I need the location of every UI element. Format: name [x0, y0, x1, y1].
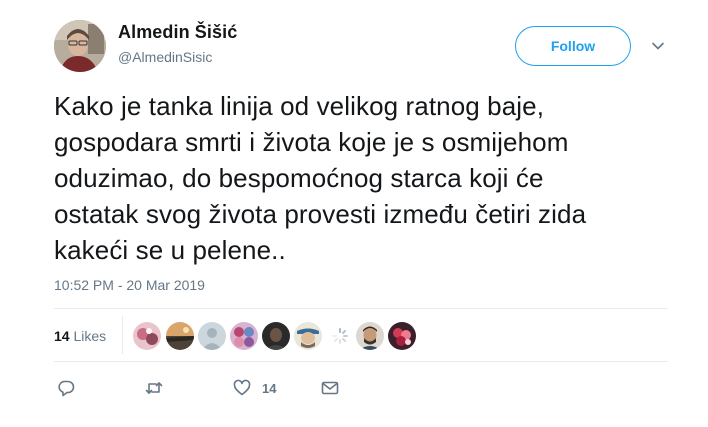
author-avatar[interactable]	[54, 20, 106, 72]
liker-avatar[interactable]	[198, 322, 226, 350]
likes-label: Likes	[73, 328, 107, 344]
chevron-down-icon[interactable]	[650, 38, 666, 54]
liker-avatar[interactable]	[166, 322, 194, 350]
reply-button[interactable]	[56, 377, 86, 399]
envelope-icon	[321, 381, 339, 395]
liker-avatar[interactable]	[294, 322, 322, 350]
like-button[interactable]: 14	[232, 377, 276, 399]
tweet-text-line: kakeći se u pelene..	[54, 235, 286, 265]
retweet-icon	[145, 382, 163, 394]
tweet-timestamp[interactable]: 10:52 PM - 20 Mar 2019	[54, 277, 205, 293]
liker-avatar[interactable]	[388, 322, 416, 350]
liker-avatar[interactable]	[262, 322, 290, 350]
loading-spinner-icon	[326, 322, 354, 350]
author-avatar-image	[54, 20, 106, 72]
author-display-name[interactable]: Almedin Šišić	[118, 22, 237, 43]
reply-icon	[58, 380, 75, 397]
retweet-button[interactable]	[144, 377, 174, 399]
likes-summary[interactable]: 14 Likes	[54, 328, 106, 344]
direct-message-button[interactable]	[320, 377, 340, 399]
divider	[54, 361, 668, 362]
liker-avatar[interactable]	[356, 322, 384, 350]
liker-avatar[interactable]	[133, 322, 161, 350]
like-count: 14	[262, 380, 277, 396]
tweet-text: Kako je tanka linija od velikog ratnog b…	[54, 88, 694, 268]
follow-button[interactable]: Follow	[515, 26, 631, 66]
tweet-text-line: oduzimao, do bespomoćnog starca koji će	[54, 163, 544, 193]
tweet-text-line: ostatak svog života provesti između četi…	[54, 199, 587, 229]
heart-icon	[233, 379, 251, 396]
divider	[122, 316, 123, 354]
author-handle[interactable]: @AlmedinSisic	[118, 49, 212, 65]
liker-avatar[interactable]	[230, 322, 258, 350]
tweet-text-line: Kako je tanka linija od velikog ratnog b…	[54, 91, 545, 121]
divider	[54, 308, 668, 309]
likes-count: 14	[54, 328, 70, 344]
tweet-text-line: gospodara smrti i života koje je s osmij…	[54, 127, 569, 157]
